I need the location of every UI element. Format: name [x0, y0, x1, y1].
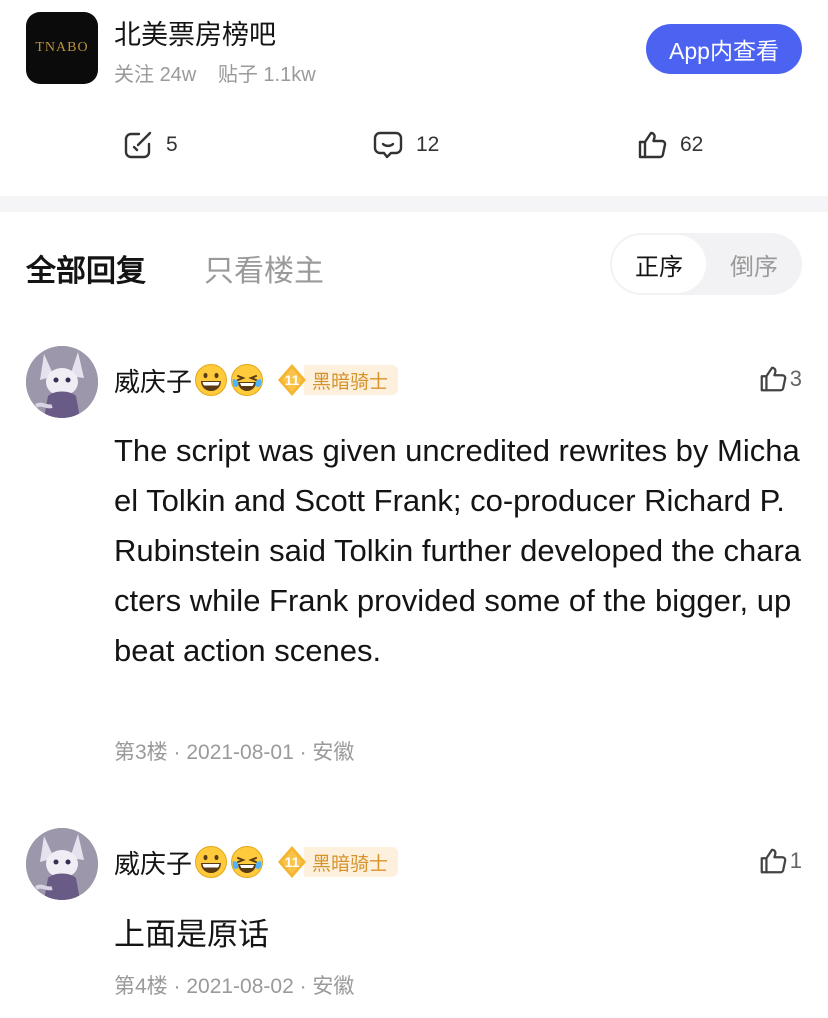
- forum-name[interactable]: 北美票房榜吧: [114, 13, 276, 52]
- reply-like-button[interactable]: 3: [758, 364, 802, 394]
- open-in-app-button[interactable]: App内查看: [646, 24, 802, 74]
- level-badge[interactable]: 11 黑暗骑士: [274, 844, 399, 880]
- sort-asc-button[interactable]: 正序: [612, 235, 706, 293]
- level-number: 11: [284, 372, 300, 388]
- forum-logo-text: TNABO: [35, 40, 89, 55]
- avatar-image: [26, 828, 98, 900]
- comment-icon: [373, 131, 403, 159]
- comment-action[interactable]: 12: [372, 128, 439, 162]
- like-count: 62: [680, 133, 704, 156]
- share-action[interactable]: 5: [122, 128, 178, 162]
- reply-meta: 第4楼 · 2021-08-02 · 安徽: [114, 975, 355, 998]
- username[interactable]: 威庆子: [114, 362, 192, 399]
- reply-header: 威庆子 11 黑暗骑士: [114, 360, 399, 400]
- thumbs-up-icon: [760, 366, 787, 392]
- avatar-image: [26, 346, 98, 418]
- reply-like-count: 1: [789, 848, 802, 873]
- reply-text: The script was given uncredited rewrites…: [114, 433, 802, 668]
- posts-label: 贴子: [217, 64, 258, 86]
- thumbs-up-icon: [638, 131, 667, 159]
- tab-all-replies[interactable]: 全部回复: [26, 246, 146, 290]
- share-count: 5: [166, 133, 178, 156]
- sort-desc-button[interactable]: 倒序: [708, 235, 800, 293]
- avatar[interactable]: [26, 346, 98, 418]
- reply-like-count: 3: [789, 366, 802, 391]
- reply-header: 威庆子 11 黑暗骑士: [114, 842, 399, 882]
- reply-like-button[interactable]: 1: [758, 846, 802, 876]
- avatar[interactable]: [26, 828, 98, 900]
- forum-logo[interactable]: TNABO: [26, 12, 98, 84]
- level-title: 黑暗骑士: [304, 365, 399, 395]
- reply-meta: 第3楼 · 2021-08-01 · 安徽: [114, 741, 355, 764]
- level-title: 黑暗骑士: [304, 847, 399, 877]
- followers-label: 关注: [114, 64, 154, 86]
- forum-stats: 关注 24w 贴子 1.1kw: [114, 58, 316, 87]
- sort-toggle[interactable]: 正序 倒序: [610, 233, 802, 295]
- posts-count: 1.1kw: [263, 64, 316, 86]
- username[interactable]: 威庆子: [114, 844, 192, 881]
- section-divider: [0, 196, 828, 212]
- comment-count: 12: [416, 133, 440, 156]
- tab-op-only[interactable]: 只看楼主: [204, 246, 324, 290]
- share-icon: [124, 131, 152, 159]
- level-number: 11: [284, 854, 300, 870]
- followers-count: 24w: [159, 64, 197, 86]
- grinning-face-icon: [195, 846, 228, 878]
- level-icon: 11: [274, 362, 310, 398]
- thumbs-up-icon: [760, 848, 787, 874]
- level-icon: 11: [274, 844, 310, 880]
- grinning-face-icon: [195, 364, 228, 396]
- level-badge[interactable]: 11 黑暗骑士: [274, 362, 399, 398]
- like-action[interactable]: 62: [636, 128, 703, 162]
- laughing-tears-icon: [231, 364, 264, 396]
- reply-text: 上面是原话: [114, 917, 269, 952]
- laughing-tears-icon: [231, 846, 264, 878]
